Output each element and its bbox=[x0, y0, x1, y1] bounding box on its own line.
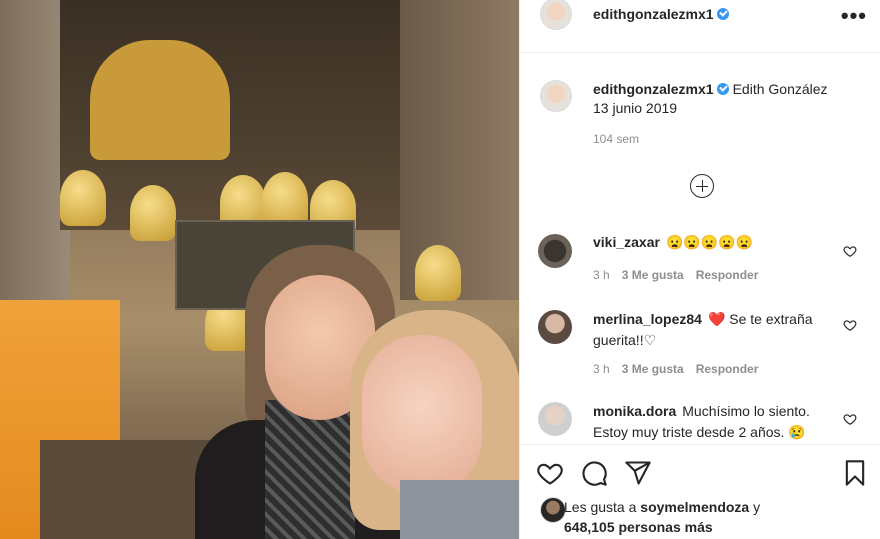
load-more-comments-icon[interactable] bbox=[690, 174, 714, 198]
comment-avatar[interactable] bbox=[538, 234, 572, 268]
author-username[interactable]: edithgonzalezmx1 bbox=[593, 6, 729, 22]
likes-summary: Les gusta a soymelmendoza y 648,105 pers… bbox=[564, 497, 864, 537]
reply-button[interactable]: Responder bbox=[696, 362, 759, 376]
comment-time[interactable]: 3 h bbox=[593, 268, 610, 282]
caption-username[interactable]: edithgonzalezmx1 bbox=[593, 81, 714, 97]
comment-username[interactable]: monika.dora bbox=[593, 403, 676, 419]
liker-username[interactable]: soymelmendoza bbox=[640, 499, 749, 515]
like-heart-icon[interactable] bbox=[536, 459, 564, 487]
like-comment-heart-icon[interactable] bbox=[843, 318, 857, 332]
like-comment-heart-icon[interactable] bbox=[843, 244, 857, 258]
save-bookmark-icon[interactable] bbox=[841, 459, 869, 487]
comment-likes[interactable]: 3 Me gusta bbox=[622, 268, 684, 282]
comment-text: 😦😦😦😦😦 bbox=[665, 234, 754, 250]
comment-username[interactable]: merlina_lopez84 bbox=[593, 311, 702, 327]
verified-badge-icon bbox=[716, 83, 729, 95]
post-actions-bar: Les gusta a soymelmendoza y 648,105 pers… bbox=[520, 444, 880, 539]
post-photo[interactable] bbox=[0, 0, 519, 539]
comment-meta: 3 h 3 Me gusta Responder bbox=[593, 268, 770, 282]
comment-avatar[interactable] bbox=[538, 310, 572, 344]
caption-date: 13 junio 2019 bbox=[593, 100, 678, 116]
photo-stone-wall-right bbox=[400, 0, 519, 300]
comment-username[interactable]: viki_zaxar bbox=[593, 234, 660, 250]
author-avatar[interactable] bbox=[540, 0, 572, 30]
caption-text: Edith González bbox=[732, 81, 828, 97]
photo-scarf bbox=[265, 400, 355, 539]
more-options-icon[interactable]: ••• bbox=[841, 5, 867, 27]
photo-girl-face bbox=[362, 335, 482, 495]
caption-time-ago[interactable]: 104 sem bbox=[593, 132, 639, 146]
comment-body: viki_zaxar 😦😦😦😦😦 bbox=[593, 232, 833, 253]
caption: edithgonzalezmx1 Edith González bbox=[593, 81, 828, 97]
post-side-panel: edithgonzalezmx1 ••• edithgonzalezmx1 Edi… bbox=[519, 0, 880, 539]
comment-body: merlina_lopez84 ❤️ Se te extraña guerita!… bbox=[593, 309, 833, 351]
reply-button[interactable]: Responder bbox=[696, 268, 759, 282]
caption-avatar[interactable] bbox=[540, 80, 572, 112]
comment-avatar[interactable] bbox=[538, 402, 572, 436]
like-comment-heart-icon[interactable] bbox=[843, 412, 857, 426]
photo-naga-statue bbox=[415, 245, 461, 301]
photo-girl-body bbox=[400, 480, 519, 539]
photo-naga-statue bbox=[130, 185, 176, 241]
comment-meta: 3 h 3 Me gusta Responder bbox=[593, 362, 770, 376]
verified-badge-icon bbox=[716, 8, 729, 20]
share-paper-plane-icon[interactable] bbox=[624, 459, 652, 487]
likes-middle: y bbox=[753, 499, 761, 515]
comment-likes[interactable]: 3 Me gusta bbox=[622, 362, 684, 376]
likes-prefix: Les gusta a bbox=[564, 499, 637, 515]
post-header: edithgonzalezmx1 ••• bbox=[520, 0, 880, 53]
comment-bubble-icon[interactable] bbox=[580, 459, 608, 487]
comment-time[interactable]: 3 h bbox=[593, 362, 610, 376]
photo-naga-statue bbox=[60, 170, 106, 226]
liker-avatar[interactable] bbox=[540, 497, 566, 523]
comment-body: monika.dora Muchísimo lo siento. Estoy mu… bbox=[593, 401, 833, 443]
photo-buddha-robe bbox=[90, 40, 230, 160]
likes-count[interactable]: 648,105 personas más bbox=[564, 519, 713, 535]
